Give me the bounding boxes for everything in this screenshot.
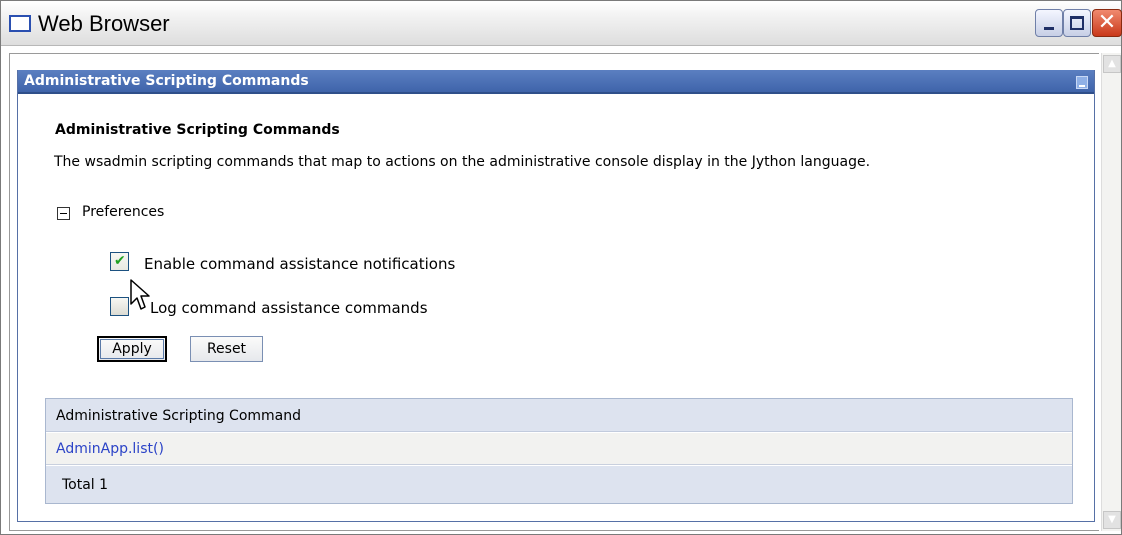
log-commands-checkbox[interactable]: [110, 297, 129, 316]
close-icon: ✕: [1097, 10, 1117, 35]
vertical-scrollbar[interactable]: ▲ ▼: [1101, 53, 1121, 531]
enable-notifications-label[interactable]: Enable command assistance notifications: [144, 255, 455, 273]
table-total-row: Total 1: [46, 466, 1072, 503]
window-icon: [9, 15, 31, 32]
title-bar[interactable]: Web Browser ✕: [1, 1, 1122, 46]
log-commands-label[interactable]: Log command assistance commands: [150, 299, 428, 317]
column-header: Administrative Scripting Command: [56, 408, 302, 424]
maximize-icon: [1070, 16, 1084, 30]
total-count: Total 1: [62, 477, 109, 493]
minimize-icon: [1044, 27, 1054, 30]
enable-notifications-checkbox[interactable]: ✔: [110, 252, 129, 271]
window-title: Web Browser: [38, 11, 170, 36]
portlet-title: Administrative Scripting Commands: [24, 73, 309, 89]
scroll-up-icon[interactable]: ▲: [1103, 55, 1121, 73]
page-title: Administrative Scripting Commands: [55, 122, 340, 138]
table-row: AdminApp.list(): [46, 433, 1072, 465]
close-button[interactable]: ✕: [1092, 9, 1122, 37]
commands-table: Administrative Scripting Command AdminAp…: [45, 398, 1073, 504]
collapse-icon[interactable]: [57, 207, 70, 220]
page-description: The wsadmin scripting commands that map …: [54, 154, 871, 170]
mouse-pointer-icon: [130, 279, 150, 310]
minimize-button[interactable]: [1035, 9, 1063, 37]
table-header-row: Administrative Scripting Command: [46, 399, 1072, 432]
portlet-header: Administrative Scripting Commands: [18, 70, 1094, 94]
reset-button[interactable]: Reset: [190, 336, 263, 362]
command-link[interactable]: AdminApp.list(): [56, 441, 164, 457]
apply-button[interactable]: Apply: [97, 336, 167, 362]
checkmark-icon: ✔: [114, 253, 126, 269]
preferences-label[interactable]: Preferences: [82, 204, 164, 220]
maximize-button[interactable]: [1063, 9, 1091, 37]
scroll-down-icon[interactable]: ▼: [1103, 511, 1121, 529]
portlet-minimize-icon[interactable]: [1076, 76, 1088, 89]
